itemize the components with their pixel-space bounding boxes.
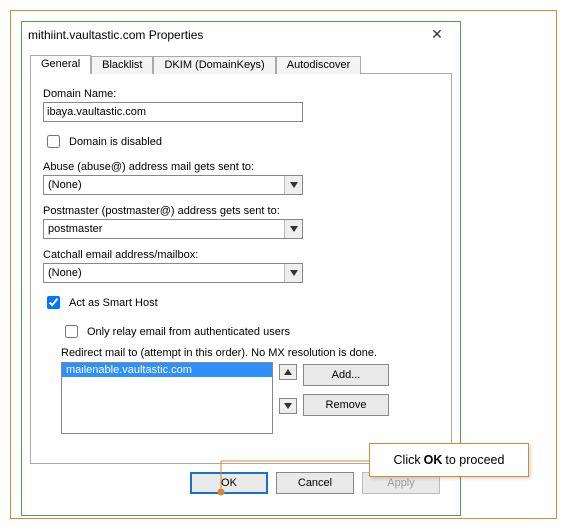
ok-button[interactable]: OK [190,472,268,494]
move-down-button[interactable] [279,398,297,414]
redirect-listbox[interactable]: mailenable.vaultastic.com [61,362,273,434]
tab-blacklist[interactable]: Blacklist [91,56,153,74]
chevron-down-icon [284,176,302,194]
cancel-button[interactable]: Cancel [276,472,354,494]
tab-panel-general: Domain Name: Domain is disabled Abuse (a… [30,74,452,464]
tab-strip: General Blacklist DKIM (DomainKeys) Auto… [30,52,452,74]
smart-host-checkbox[interactable] [47,296,60,309]
only-relay-checkbox[interactable] [65,325,78,338]
close-icon[interactable]: ✕ [420,25,454,45]
postmaster-label: Postmaster (postmaster@) address gets se… [43,205,439,217]
tab-autodiscover[interactable]: Autodiscover [276,56,362,74]
abuse-select[interactable]: (None) [43,175,303,195]
redirect-label: Redirect mail to (attempt in this order)… [61,347,439,359]
chevron-down-icon [284,264,302,282]
tab-general[interactable]: General [30,55,91,74]
domain-name-label: Domain Name: [43,88,439,100]
window-title: mithiint.vaultastic.com Properties [28,28,420,42]
add-button[interactable]: Add... [303,364,389,386]
callout-prefix: Click [394,453,421,467]
domain-name-input[interactable] [43,102,303,122]
abuse-value: (None) [44,179,284,191]
domain-disabled-label: Domain is disabled [69,136,162,148]
smart-host-label: Act as Smart Host [69,297,158,309]
callout-suffix: to proceed [445,453,504,467]
postmaster-value: postmaster [44,223,284,235]
move-up-button[interactable] [279,364,297,380]
instruction-callout: Click OK to proceed [369,443,529,477]
domain-disabled-checkbox[interactable] [47,135,60,148]
only-relay-label: Only relay email from authenticated user… [87,326,290,338]
chevron-down-icon [284,220,302,238]
remove-button[interactable]: Remove [303,394,389,416]
catchall-value: (None) [44,267,284,279]
tab-dkim[interactable]: DKIM (DomainKeys) [153,56,275,74]
titlebar: mithiint.vaultastic.com Properties ✕ [22,22,460,48]
abuse-label: Abuse (abuse@) address mail gets sent to… [43,161,439,173]
callout-bold: OK [424,453,443,467]
postmaster-select[interactable]: postmaster [43,219,303,239]
properties-dialog: mithiint.vaultastic.com Properties ✕ Gen… [21,21,461,516]
catchall-label: Catchall email address/mailbox: [43,249,439,261]
list-item[interactable]: mailenable.vaultastic.com [62,363,272,377]
catchall-select[interactable]: (None) [43,263,303,283]
